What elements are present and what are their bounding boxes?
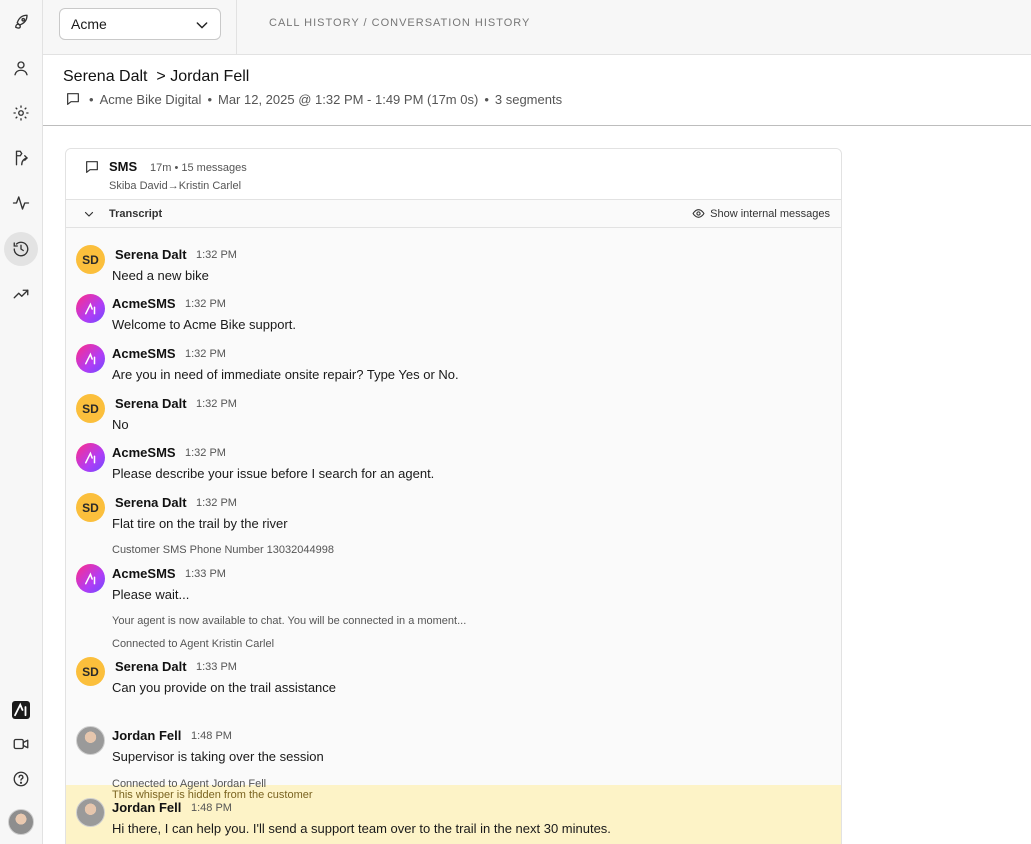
message-text: No [112,417,129,432]
routing-icon[interactable] [4,141,38,175]
conversation-header: Serena Dalt > Jordan Fell • Acme Bike Di… [43,55,1031,126]
message-text: Supervisor is taking over the session [112,749,324,764]
message-sender: AcmeSMS [112,566,176,581]
chevron-down-icon [196,22,208,29]
agent-avatar [76,726,105,755]
chat-bubble-icon [86,161,98,173]
message-time: 1:32 PM [196,398,237,410]
conversation-meta: • Acme Bike Digital • Mar 12, 2025 @ 1:3… [65,91,562,107]
history-icon[interactable] [4,232,38,266]
message-sender: Serena Dalt [115,659,187,674]
message-sender: Serena Dalt [115,396,187,411]
left-nav-rail [0,0,43,844]
bot-avatar-icon [76,564,105,593]
show-internal-messages-button[interactable]: Show internal messages [692,207,830,220]
app-root: Acme CALL HISTORY / CONVERSATION HISTORY… [0,0,1031,844]
avatar: SD [76,493,105,522]
title-from: Serena Dalt [63,68,148,85]
title-to: Jordan Fell [170,68,250,85]
message-time: 1:32 PM [196,497,237,509]
meta-dot: • [89,91,94,107]
title-separator: > [156,68,166,85]
message-time: 1:32 PM [185,447,226,459]
agent-avatar [76,798,105,827]
message-sender: AcmeSMS [112,346,176,361]
message-text: Welcome to Acme Bike support. [112,317,297,332]
message-time: 1:48 PM [191,802,232,814]
avatar: SD [76,394,105,423]
chat-bubble-icon [67,93,79,105]
org-select[interactable]: Acme [59,8,221,40]
message-text: Please wait... [112,587,190,602]
meta-source: Acme Bike Digital [99,91,202,107]
top-bar: Acme CALL HISTORY / CONVERSATION HISTORY [43,0,1031,55]
brand-logo-icon[interactable] [4,693,38,727]
segment-channel: SMS [109,159,138,174]
activity-icon[interactable] [4,186,38,220]
message-time: 1:32 PM [185,298,226,310]
help-icon[interactable] [4,762,38,796]
video-icon[interactable] [4,727,38,761]
message-text: Need a new bike [112,268,209,283]
meta-time: Mar 12, 2025 @ 1:32 PM - 1:49 PM (17m 0s… [218,91,479,107]
meta-dot: • [207,91,212,107]
segment-route: Skiba David→Kristin Carlel [109,180,242,192]
message-time: 1:33 PM [185,568,226,580]
message-sender: AcmeSMS [112,296,176,311]
meta-segments: 3 segments [494,91,563,107]
transcript-toggle-bar[interactable]: Transcript Show internal messages [66,200,841,228]
segment-card: SMS 17m • 15 messages Skiba David→Kristi… [65,148,842,844]
avatar [8,809,34,835]
gear-icon[interactable] [4,96,38,130]
rocket-icon[interactable] [4,5,38,39]
chevron-down-icon[interactable] [83,208,95,220]
message-sender: Jordan Fell [112,728,182,743]
trending-icon[interactable] [4,277,38,311]
message-sender: Serena Dalt [115,247,187,262]
brand-logo [12,701,30,719]
avatar: SD [76,245,105,274]
message-sender: Serena Dalt [115,495,187,510]
message-time: 1:32 PM [196,249,237,261]
user-avatar[interactable] [4,805,38,839]
message-time: 1:33 PM [196,661,237,673]
message-sender: Jordan Fell [112,800,182,815]
message-time: 1:48 PM [191,730,232,742]
system-message: Connected to Agent Jordan Fell [112,778,267,790]
eye-icon [692,209,705,218]
transcript-label: Transcript [109,208,163,220]
system-message: Connected to Agent Kristin Carlel [112,638,275,650]
avatar: SD [76,657,105,686]
message-text: Flat tire on the trail by the river [112,516,288,531]
org-select-value: Acme [71,16,107,32]
bot-avatar-icon [76,344,105,373]
bot-avatar-icon [76,294,105,323]
page-title: Serena Dalt > Jordan Fell [63,68,249,86]
show-internal-label: Show internal messages [710,207,830,220]
meta-dot: • [484,91,489,107]
segment-card-header: SMS 17m • 15 messages Skiba David→Kristi… [66,149,841,200]
segment-summary: 17m • 15 messages [150,162,247,174]
message-text: Hi there, I can help you. I'll send a su… [112,821,611,836]
message-sender: AcmeSMS [112,445,176,460]
breadcrumb: CALL HISTORY / CONVERSATION HISTORY [269,17,531,29]
user-icon[interactable] [4,51,38,85]
topbar-divider [236,0,237,55]
message-text: Are you in need of immediate onsite repa… [112,367,459,382]
bot-avatar-icon [76,443,105,472]
system-message: Your agent is now available to chat. You… [112,615,467,627]
message-time: 1:32 PM [185,348,226,360]
message-text: Can you provide on the trail assistance [112,680,337,695]
system-message: Customer SMS Phone Number 13032044998 [112,544,334,556]
message-text: Please describe your issue before I sear… [112,466,435,481]
